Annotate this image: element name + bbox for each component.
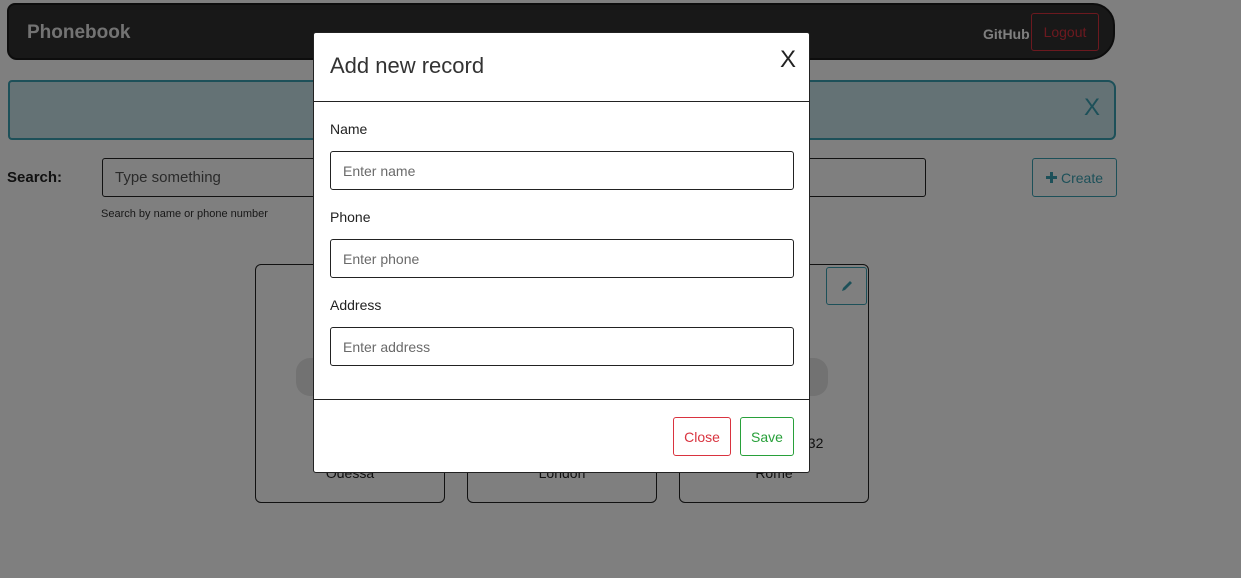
modal-footer-divider — [314, 399, 809, 401]
close-button[interactable]: Close — [673, 417, 731, 456]
name-input[interactable] — [330, 151, 794, 190]
name-label: Name — [330, 121, 368, 137]
phone-label: Phone — [330, 209, 371, 225]
phone-input[interactable] — [330, 239, 794, 278]
modal-header: Add new record X — [314, 33, 809, 102]
save-button[interactable]: Save — [740, 417, 794, 456]
modal-close-button[interactable]: X — [774, 45, 802, 75]
page: Phonebook GitHub Logout X Search: Search… — [0, 0, 1241, 578]
address-label: Address — [330, 297, 382, 313]
address-input[interactable] — [330, 327, 794, 366]
modal-title: Add new record — [330, 53, 485, 78]
add-record-modal: Add new record X Name Phone Address Clos… — [313, 32, 810, 473]
